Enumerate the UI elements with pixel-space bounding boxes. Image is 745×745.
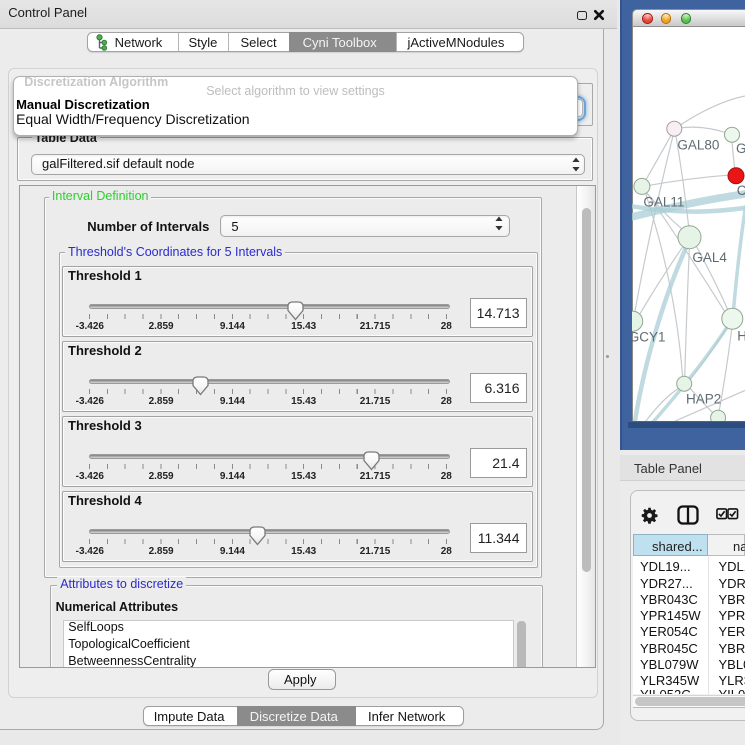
svg-text:GCY1: GCY1 <box>632 330 665 345</box>
svg-text:HI: HI <box>737 329 745 344</box>
svg-text:GA: GA <box>736 141 745 156</box>
svg-text:GAL4: GAL4 <box>693 250 728 265</box>
svg-text:GAL11: GAL11 <box>644 195 685 210</box>
svg-text:CY: CY <box>737 183 745 198</box>
svg-text:GAL80: GAL80 <box>678 138 720 153</box>
svg-text:HAP2: HAP2 <box>686 392 721 407</box>
